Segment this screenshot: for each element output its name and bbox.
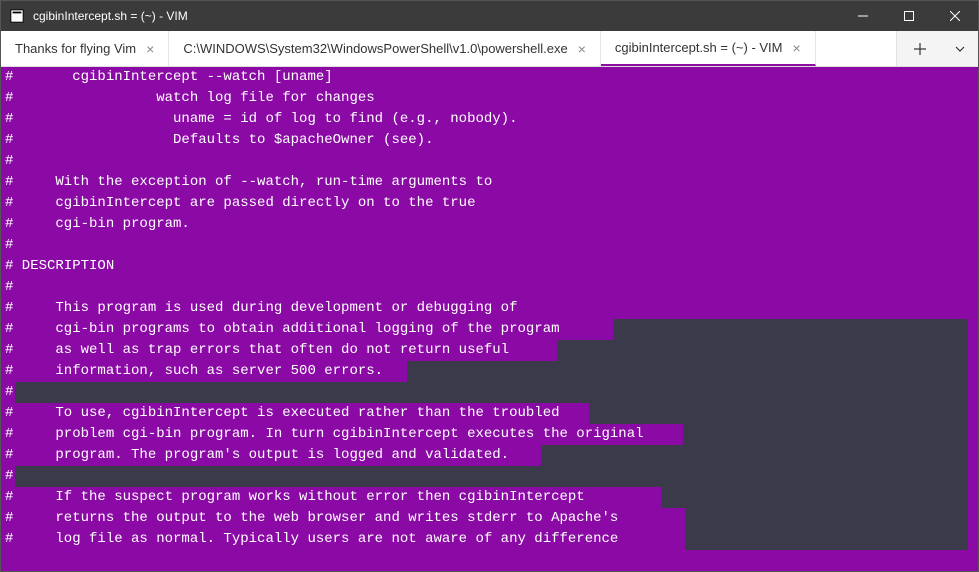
tab-label: Thanks for flying Vim	[15, 41, 136, 56]
editor-line: # This program is used during developmen…	[1, 298, 978, 319]
titlebar[interactable]: cgibinIntercept.sh = (~) - VIM	[1, 1, 978, 31]
editor-text: # cgibinIntercept --watch [uname] # watc…	[1, 67, 978, 550]
tab-powershell[interactable]: C:\WINDOWS\System32\WindowsPowerShell\v1…	[169, 31, 601, 66]
editor-line: # uname = id of log to find (e.g., nobod…	[1, 109, 978, 130]
editor-line: # With the exception of --watch, run-tim…	[1, 172, 978, 193]
editor-line: # cgi-bin program.	[1, 214, 978, 235]
editor-viewport[interactable]: # cgibinIntercept --watch [uname] # watc…	[1, 67, 978, 571]
editor-line: # watch log file for changes	[1, 88, 978, 109]
tab-label: C:\WINDOWS\System32\WindowsPowerShell\v1…	[183, 41, 567, 56]
tab-thanks-for-flying-vim[interactable]: Thanks for flying Vim ×	[1, 31, 169, 66]
maximize-icon	[904, 11, 914, 21]
tab-dropdown-button[interactable]	[942, 31, 978, 66]
new-tab-button[interactable]	[896, 31, 942, 66]
editor-line: #	[1, 235, 978, 256]
window-controls	[840, 1, 978, 31]
close-icon	[950, 11, 960, 21]
editor-line: # cgibinIntercept --watch [uname]	[1, 67, 978, 88]
editor-line: #	[1, 382, 978, 403]
app-icon	[9, 8, 25, 24]
tab-close-icon[interactable]: ×	[793, 40, 801, 56]
editor-line: # information, such as server 500 errors…	[1, 361, 978, 382]
minimize-icon	[858, 11, 868, 21]
tab-close-icon[interactable]: ×	[578, 41, 586, 57]
editor-line: # To use, cgibinIntercept is executed ra…	[1, 403, 978, 424]
tab-cgibinintercept[interactable]: cgibinIntercept.sh = (~) - VIM ×	[601, 31, 816, 66]
minimize-button[interactable]	[840, 1, 886, 31]
editor-line: #	[1, 466, 978, 487]
close-button[interactable]	[932, 1, 978, 31]
editor-line: # cgi-bin programs to obtain additional …	[1, 319, 978, 340]
tab-bar: Thanks for flying Vim × C:\WINDOWS\Syste…	[1, 31, 978, 67]
tab-label: cgibinIntercept.sh = (~) - VIM	[615, 40, 783, 55]
plus-icon	[913, 42, 927, 56]
editor-line: # cgibinIntercept are passed directly on…	[1, 193, 978, 214]
window-title: cgibinIntercept.sh = (~) - VIM	[33, 9, 840, 23]
editor-line: # as well as trap errors that often do n…	[1, 340, 978, 361]
editor-line: # DESCRIPTION	[1, 256, 978, 277]
maximize-button[interactable]	[886, 1, 932, 31]
editor-line: # log file as normal. Typically users ar…	[1, 529, 978, 550]
editor-line: # problem cgi-bin program. In turn cgibi…	[1, 424, 978, 445]
editor-line: #	[1, 151, 978, 172]
chevron-down-icon	[954, 43, 966, 55]
tab-close-icon[interactable]: ×	[146, 41, 154, 57]
tab-spacer	[816, 31, 896, 66]
editor-line: # Defaults to $apacheOwner (see).	[1, 130, 978, 151]
editor-line: #	[1, 277, 978, 298]
editor-line: # If the suspect program works without e…	[1, 487, 978, 508]
editor-line: # returns the output to the web browser …	[1, 508, 978, 529]
editor-line: # program. The program's output is logge…	[1, 445, 978, 466]
app-window: cgibinIntercept.sh = (~) - VIM Thanks fo…	[0, 0, 979, 572]
